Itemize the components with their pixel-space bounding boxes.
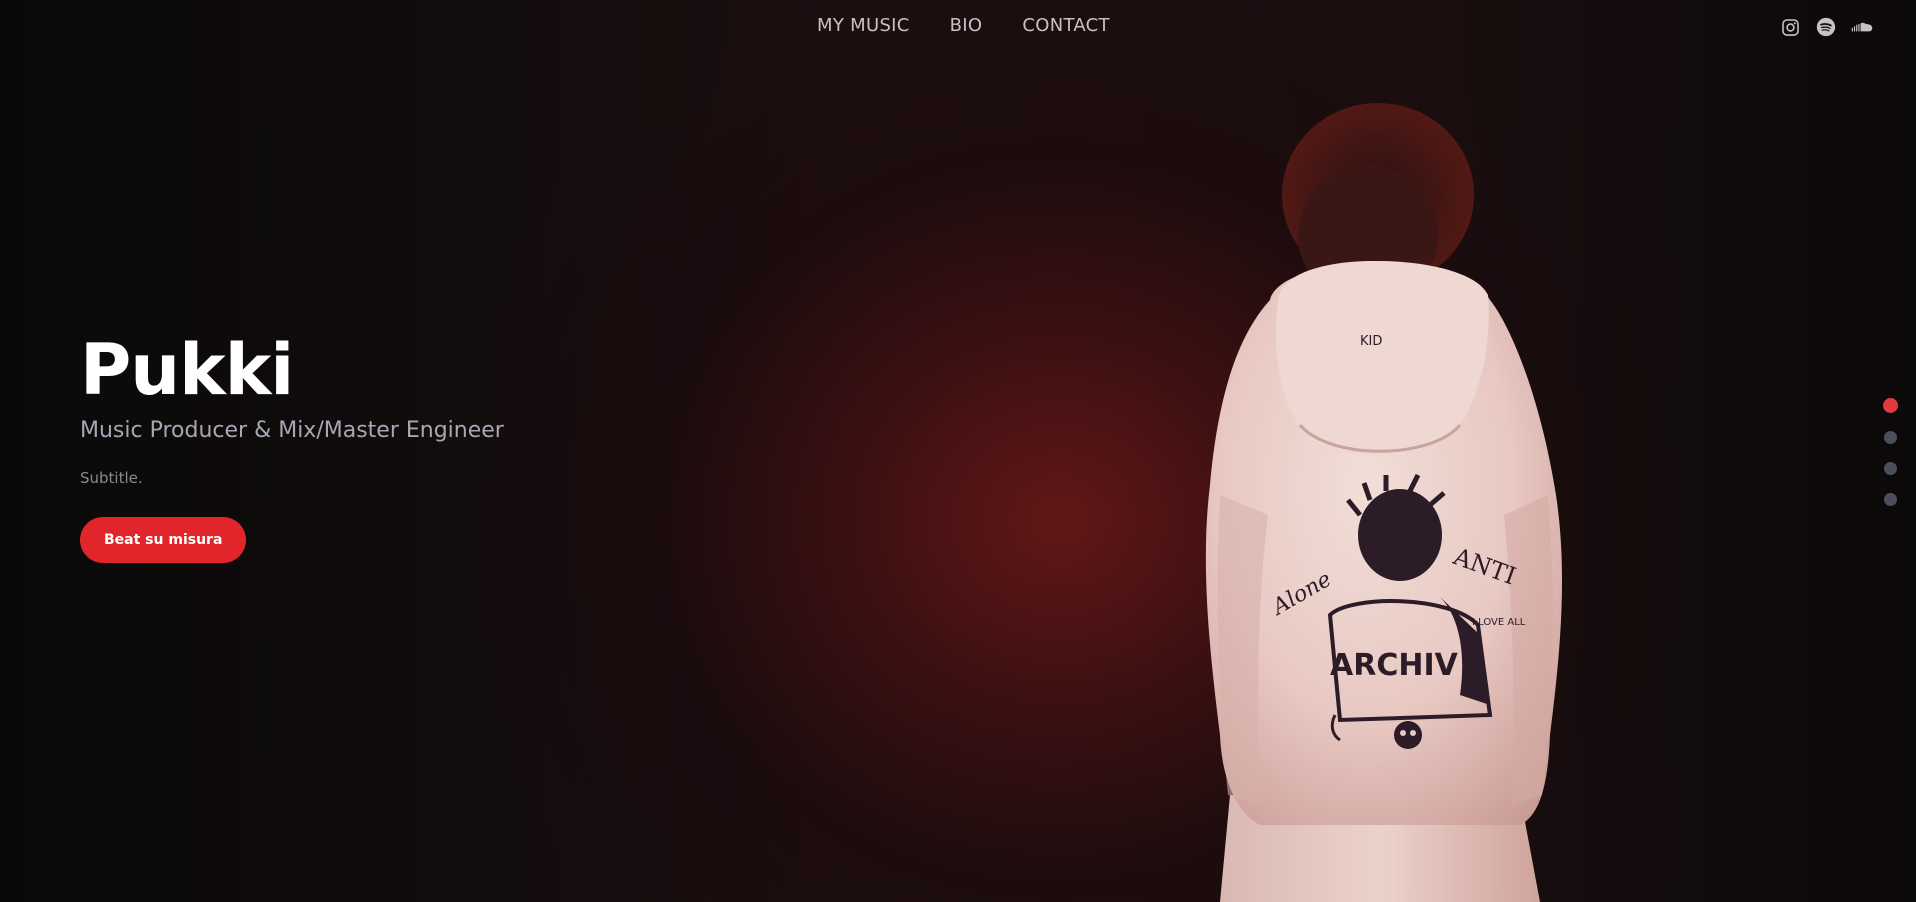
svg-text:ARCHIV: ARCHIV [1330, 648, 1459, 683]
top-nav: MY MUSIC BIO CONTACT [0, 0, 1916, 56]
instagram-icon[interactable] [1779, 16, 1801, 38]
nav-link-contact[interactable]: CONTACT [1022, 15, 1109, 36]
hero-tagline: Subtitle. [80, 469, 143, 487]
section-dots [1883, 398, 1898, 506]
social-links [1779, 16, 1873, 38]
section-dot-1[interactable] [1883, 398, 1898, 413]
nav-link-bio[interactable]: BIO [950, 15, 983, 36]
page-title: Pukki [80, 329, 294, 411]
section-dot-2[interactable] [1884, 431, 1897, 444]
hero-content: Pukki Music Producer & Mix/Master Engine… [80, 330, 504, 563]
svg-text:KID: KID [1360, 334, 1382, 349]
hero-subtitle: Music Producer & Mix/Master Engineer [80, 418, 504, 443]
nav-links: MY MUSIC BIO CONTACT [817, 15, 1110, 36]
custom-beat-button[interactable]: Beat su misura [80, 517, 247, 563]
section-dot-3[interactable] [1884, 462, 1897, 475]
svg-text:I LOVE ALL: I LOVE ALL [1472, 617, 1526, 628]
section-dot-4[interactable] [1884, 493, 1897, 506]
artist-photo: KID ARCHIV Alone ANTI I LOVE ALL [1205, 103, 1563, 902]
soundcloud-icon[interactable] [1851, 16, 1873, 38]
nav-link-my-music[interactable]: MY MUSIC [817, 15, 910, 36]
spotify-icon[interactable] [1815, 16, 1837, 38]
hero-page: MY MUSIC BIO CONTACT Pukki Music Produce… [0, 0, 1916, 902]
